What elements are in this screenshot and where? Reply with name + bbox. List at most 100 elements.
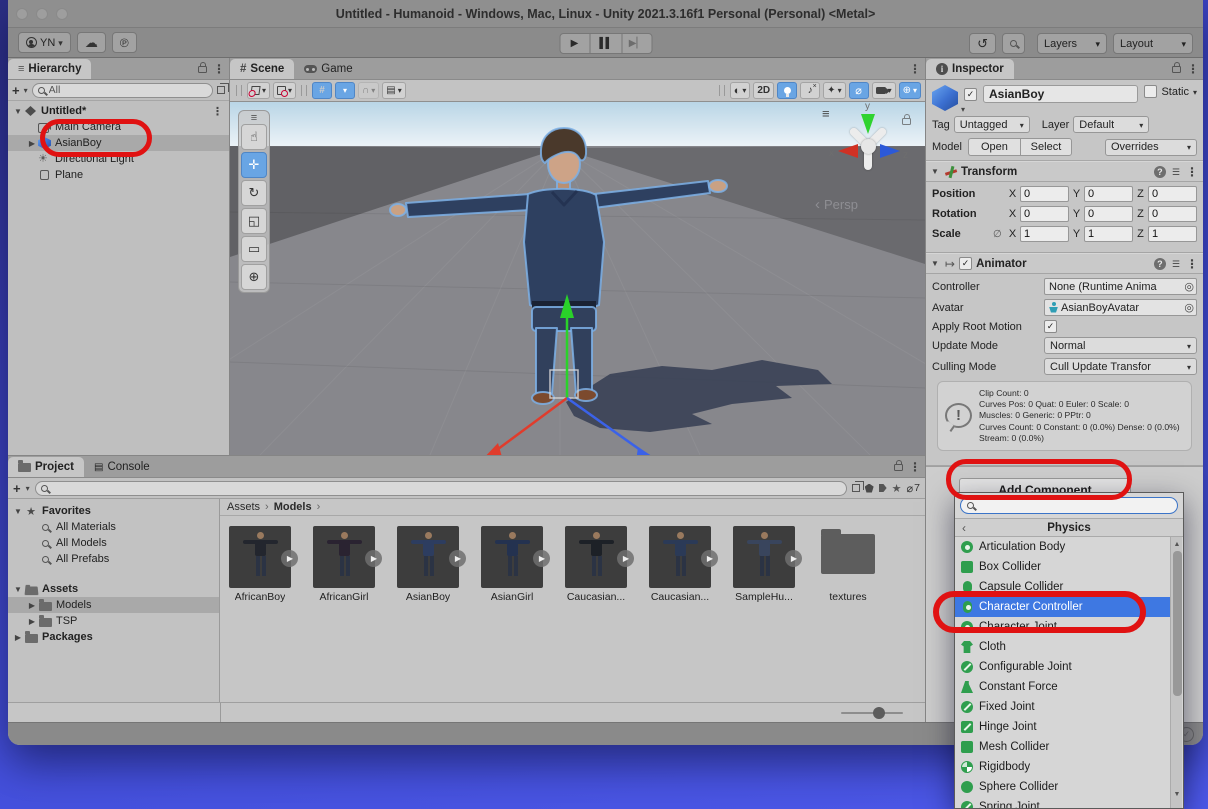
position-x-field[interactable] — [1020, 186, 1069, 202]
perspective-toggle[interactable]: Persp — [815, 196, 858, 213]
grid-options-dropdown[interactable] — [335, 82, 355, 99]
hierarchy-search[interactable] — [32, 83, 213, 98]
pause-button[interactable]: ▌▌ — [590, 33, 621, 54]
scale-x-field[interactable] — [1020, 226, 1069, 242]
asset-thumbnail[interactable] — [313, 526, 375, 588]
component-item-rigidbody[interactable]: Rigidbody — [955, 757, 1170, 777]
component-item-spring-joint[interactable]: Spring Joint — [955, 797, 1170, 808]
animator-enabled-checkbox[interactable] — [959, 257, 972, 270]
tab-hierarchy[interactable]: Hierarchy — [8, 59, 91, 79]
asset-asiangirl[interactable]: AsianGirl — [480, 526, 544, 603]
transform-component-header[interactable]: ▼ Transform — [926, 161, 1203, 182]
slider-thumb[interactable] — [873, 707, 885, 719]
asset-thumbnail[interactable] — [733, 526, 795, 588]
lock-icon[interactable] — [894, 464, 903, 471]
minimize-window-button[interactable] — [36, 8, 48, 20]
update-mode-dropdown[interactable]: Normal — [1044, 337, 1197, 354]
camera-settings-dropdown[interactable] — [872, 82, 896, 99]
project-tree-item-all-prefabs[interactable]: All Prefabs — [8, 551, 219, 567]
component-item-hinge-joint[interactable]: Hinge Joint — [955, 717, 1170, 737]
static-checkbox[interactable] — [1144, 85, 1157, 98]
scene-lighting-button[interactable] — [777, 82, 797, 99]
lock-icon[interactable] — [198, 66, 207, 73]
scale-tool-button[interactable] — [241, 208, 267, 234]
component-item-character-joint[interactable]: Character Joint — [955, 617, 1170, 637]
scroll-up-icon[interactable] — [1171, 538, 1183, 550]
component-item-character-controller[interactable]: Character Controller — [955, 597, 1170, 617]
foldout-closed-icon[interactable]: ▶ — [26, 601, 38, 610]
back-icon[interactable] — [962, 521, 966, 535]
gizmo-z-axis[interactable] — [880, 144, 900, 158]
orientation-gizmo[interactable]: x y z — [830, 110, 910, 192]
asset-thumbnail[interactable] — [817, 526, 879, 588]
2d-view-button[interactable]: 2D — [753, 82, 774, 99]
open-new-window-icon[interactable] — [852, 484, 860, 492]
component-item-configurable-joint[interactable]: Configurable Joint — [955, 657, 1170, 677]
object-picker-icon[interactable] — [1184, 301, 1194, 314]
chevron-down-icon[interactable] — [26, 482, 30, 494]
hierarchy-search-input[interactable] — [49, 84, 207, 96]
gizmo-y-axis[interactable] — [861, 114, 875, 134]
plastic-scm-button[interactable] — [112, 32, 137, 53]
foldout-closed-icon[interactable]: ▶ — [26, 617, 38, 626]
gizmos-button[interactable] — [899, 82, 921, 99]
panel-menu-icon[interactable] — [1187, 62, 1199, 76]
move-tool-button[interactable] — [241, 152, 267, 178]
hierarchy-item-untitled[interactable]: ▼Untitled*⋮ — [8, 103, 229, 119]
close-window-button[interactable] — [16, 8, 28, 20]
asset-thumbnail[interactable] — [397, 526, 459, 588]
apply-root-motion-checkbox[interactable] — [1044, 320, 1057, 333]
asset-thumbnail[interactable] — [481, 526, 543, 588]
create-button[interactable]: + — [13, 481, 21, 496]
preview-play-icon[interactable] — [533, 550, 550, 567]
scale-z-field[interactable] — [1148, 226, 1197, 242]
component-item-capsule-collider[interactable]: Capsule Collider — [955, 577, 1170, 597]
hidden-objects-button[interactable] — [849, 82, 869, 99]
asset-thumbnail[interactable] — [565, 526, 627, 588]
component-item-cloth[interactable]: Cloth — [955, 637, 1170, 657]
preview-play-icon[interactable] — [281, 550, 298, 567]
foldout-closed-icon[interactable]: ▶ — [12, 633, 24, 642]
help-icon[interactable] — [1154, 258, 1166, 270]
draw-mode-dropdown[interactable] — [247, 82, 270, 99]
foldout-open-icon[interactable]: ▼ — [931, 167, 941, 176]
controller-object-field[interactable]: None (Runtime Anima — [1044, 278, 1197, 295]
tab-console[interactable]: Console — [84, 457, 160, 477]
position-y-field[interactable] — [1084, 186, 1133, 202]
hand-tool-button[interactable] — [241, 124, 267, 150]
hidden-count[interactable]: 7 — [907, 482, 920, 495]
rotation-x-field[interactable] — [1020, 206, 1069, 222]
scene-viewport[interactable]: x y z Persp — [230, 102, 925, 455]
project-tree-item-all-models[interactable]: All Models — [8, 535, 219, 551]
cloud-button[interactable] — [77, 32, 106, 53]
component-item-sphere-collider[interactable]: Sphere Collider — [955, 777, 1170, 797]
search-button[interactable] — [1002, 33, 1025, 54]
tab-inspector[interactable]: Inspector — [926, 59, 1014, 79]
foldout-open-icon[interactable]: ▼ — [12, 507, 24, 516]
account-button[interactable]: YN — [18, 32, 71, 53]
preview-play-icon[interactable] — [617, 550, 634, 567]
preview-play-icon[interactable] — [701, 550, 718, 567]
help-icon[interactable] — [1154, 166, 1166, 178]
gizmo-center[interactable] — [861, 139, 876, 154]
asset-thumbnail[interactable] — [229, 526, 291, 588]
hierarchy-item-asianboy[interactable]: ▶AsianBoy — [8, 135, 229, 151]
shading-mode-dropdown[interactable] — [730, 82, 751, 99]
prefab-cube-icon[interactable] — [932, 85, 958, 111]
asset-asianboy[interactable]: AsianBoy — [396, 526, 460, 603]
foldout-open-icon[interactable]: ▼ — [12, 585, 24, 594]
position-z-field[interactable] — [1148, 186, 1197, 202]
panel-menu-icon[interactable] — [213, 62, 225, 76]
culling-mode-dropdown[interactable]: Cull Update Transfor — [1044, 358, 1197, 375]
overlay-drag-handle-icon[interactable] — [822, 106, 830, 121]
scene-audio-button[interactable] — [800, 82, 820, 99]
component-search-input[interactable] — [978, 500, 1171, 512]
hierarchy-item-directional-light[interactable]: Directional Light — [8, 151, 229, 167]
preview-play-icon[interactable] — [449, 550, 466, 567]
component-menu-icon[interactable] — [1186, 257, 1198, 271]
presets-icon[interactable] — [1172, 166, 1180, 178]
open-new-window-icon[interactable] — [217, 86, 225, 94]
chevron-down-icon[interactable] — [24, 84, 28, 96]
link-broken-icon[interactable] — [993, 229, 1005, 240]
model-select-button[interactable]: Select — [1020, 138, 1072, 156]
